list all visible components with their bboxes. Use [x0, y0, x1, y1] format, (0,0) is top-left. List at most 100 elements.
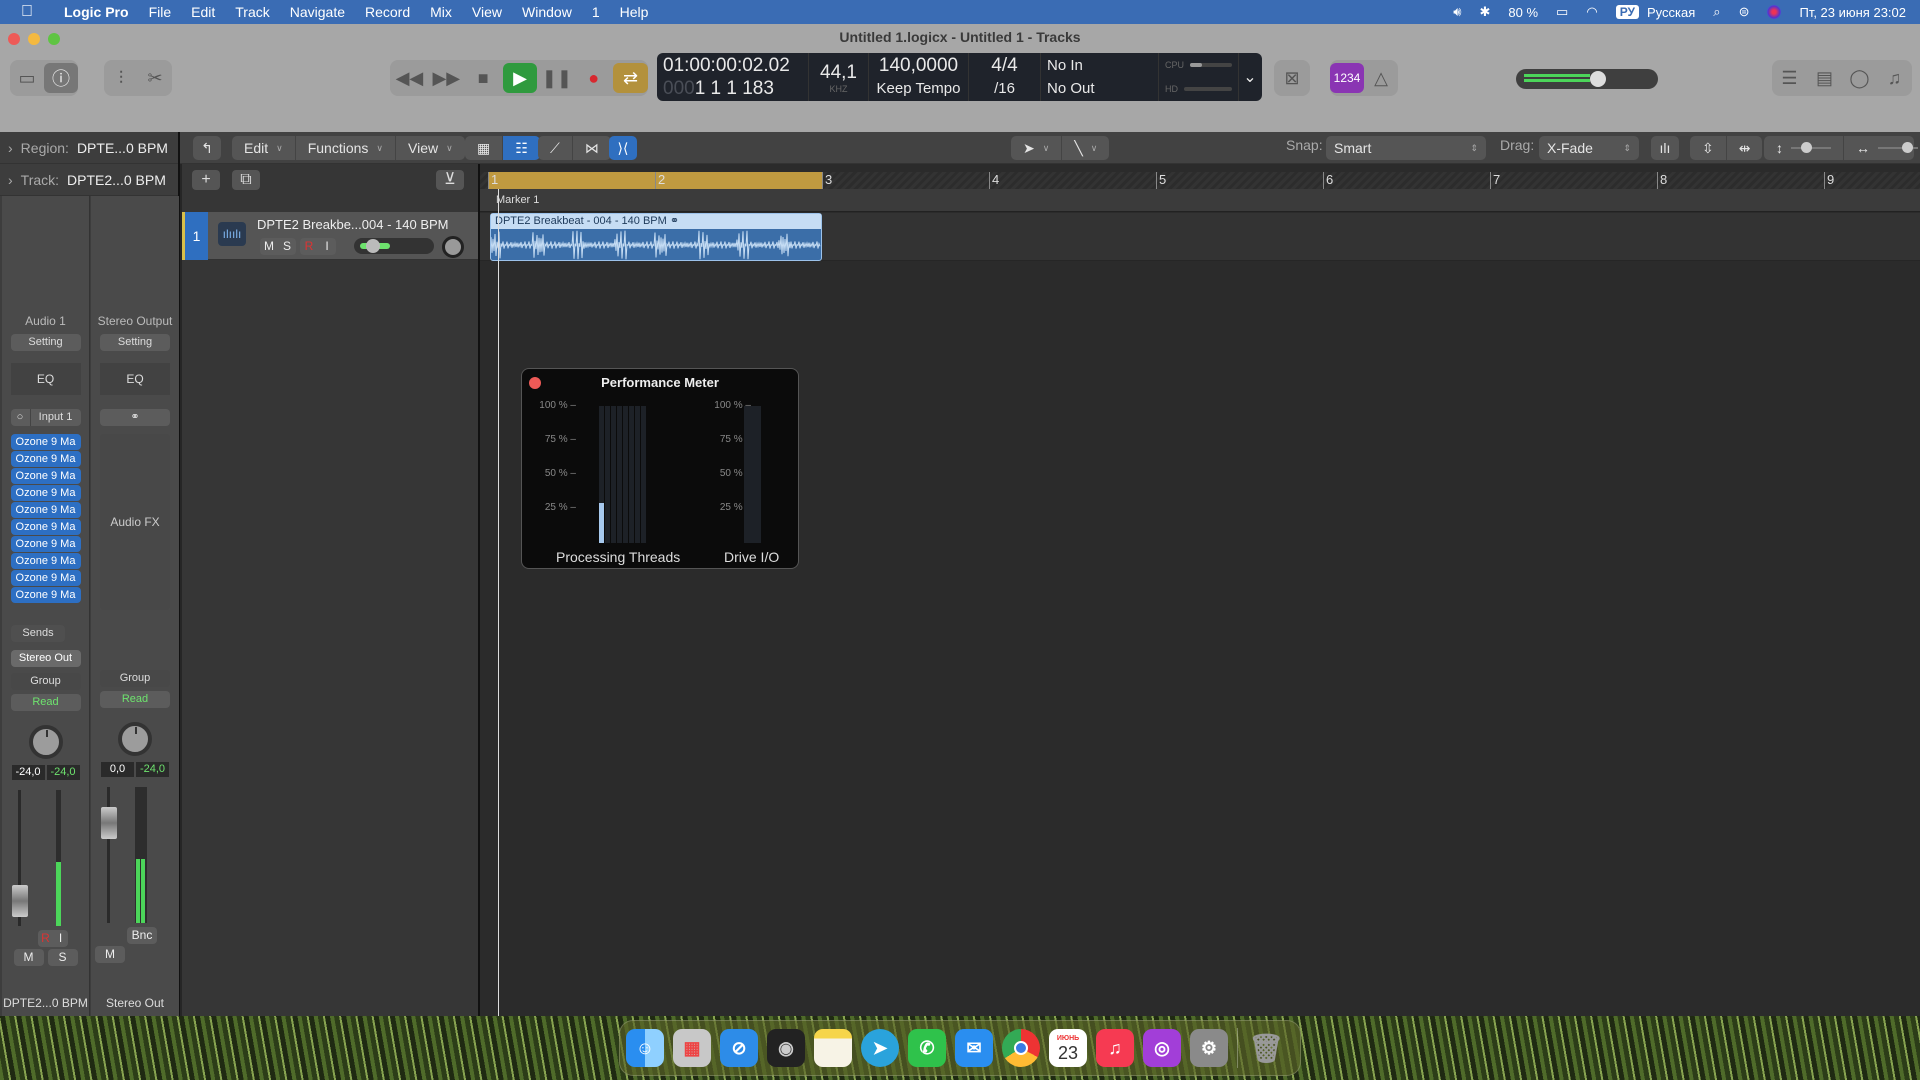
- dock-telegram-icon[interactable]: ➤: [861, 1029, 899, 1067]
- plugin-slot[interactable]: Ozone 9 Ma: [10, 587, 81, 603]
- functions-menu[interactable]: Functions ∨: [296, 136, 397, 160]
- lcd-sample-rate[interactable]: 44,1 KHZ: [809, 53, 869, 101]
- menu-app[interactable]: Logic Pro: [54, 4, 139, 20]
- menu-1[interactable]: 1: [582, 4, 610, 20]
- volume-value[interactable]: 0,0: [101, 762, 134, 777]
- record-button[interactable]: ●: [576, 63, 611, 93]
- menu-track[interactable]: Track: [225, 4, 279, 20]
- catch-playhead-icon[interactable]: ⟩⟨: [609, 136, 637, 160]
- dock-launchpad-icon[interactable]: ▦: [673, 1029, 711, 1067]
- region-inspector-header[interactable]: › Region: DPTE...0 BPM: [0, 132, 178, 164]
- lcd-position[interactable]: 01:00:00:02.02 0001 1 1 183: [657, 53, 809, 101]
- mute-button[interactable]: M: [95, 946, 125, 963]
- menu-mix[interactable]: Mix: [420, 4, 462, 20]
- loop-browser-icon[interactable]: ◯: [1842, 63, 1877, 93]
- media-browser-icon[interactable]: ♫: [1877, 63, 1912, 93]
- playhead[interactable]: [498, 189, 499, 1016]
- plugin-slot[interactable]: Ozone 9 Ma: [10, 502, 81, 518]
- play-button[interactable]: ▶: [502, 63, 538, 93]
- volume-fader[interactable]: [91, 787, 179, 927]
- volume-icon[interactable]: 🔊︎: [1453, 4, 1461, 20]
- control-center-icon[interactable]: ⊜: [1739, 4, 1750, 20]
- automation-mode[interactable]: Read: [100, 691, 170, 708]
- menu-help[interactable]: Help: [610, 4, 659, 20]
- pointer-tool-icon[interactable]: ➤ ∨: [1011, 136, 1063, 160]
- input-slot[interactable]: ○ Input 1: [10, 409, 81, 426]
- note-pad-icon[interactable]: ▤: [1807, 63, 1842, 93]
- group-slot[interactable]: Group: [10, 673, 81, 690]
- library-icon[interactable]: ▭: [10, 63, 44, 93]
- vertical-fit-icon[interactable]: ⇳: [1690, 136, 1727, 160]
- low-latency-icon[interactable]: ⊠: [1274, 63, 1310, 93]
- volume-fader[interactable]: [2, 790, 89, 930]
- clock[interactable]: Пт, 23 июня 23:02: [1799, 5, 1906, 20]
- horizontal-fit-icon[interactable]: ⇹: [1727, 136, 1763, 160]
- waveform-zoom-icon[interactable]: ılı: [1651, 136, 1679, 160]
- siri-icon[interactable]: [1767, 5, 1782, 19]
- dock-calendar-icon[interactable]: ИЮНЬ 23: [1049, 1029, 1087, 1067]
- bounce-button[interactable]: Bnc: [127, 927, 157, 944]
- plugin-slot[interactable]: Ozone 9 Ma: [10, 434, 81, 450]
- plugin-slot[interactable]: Ozone 9 Ma: [10, 536, 81, 552]
- volume-value[interactable]: -24,0: [11, 765, 45, 780]
- list-editors-icon[interactable]: ☰: [1772, 63, 1807, 93]
- dock-safari-icon[interactable]: ⊘: [720, 1029, 758, 1067]
- global-tracks-button[interactable]: ⊻: [436, 170, 464, 190]
- grid-view-icon[interactable]: ▦: [465, 136, 504, 160]
- lcd-io[interactable]: No In No Out: [1041, 53, 1159, 101]
- track-record-button[interactable]: R: [300, 238, 318, 255]
- setting-button[interactable]: Setting: [10, 334, 81, 351]
- dock-whatsapp-icon[interactable]: ✆: [908, 1029, 946, 1067]
- mixer-icon[interactable]: ⫶: [104, 63, 138, 93]
- add-track-button[interactable]: +: [192, 170, 220, 190]
- output-slot[interactable]: Stereo Out: [10, 650, 81, 667]
- track-name[interactable]: DPTE2 Breakbe...004 - 140 BPM: [257, 217, 448, 232]
- menu-file[interactable]: File: [139, 4, 182, 20]
- close-button[interactable]: [529, 377, 541, 389]
- stereo-link-icon[interactable]: ⚭: [100, 409, 170, 426]
- lcd-tempo[interactable]: 140,0000 Keep Tempo: [869, 53, 969, 101]
- eq-display[interactable]: EQ: [100, 363, 170, 395]
- track-volume-slider[interactable]: [354, 238, 434, 254]
- rewind-button[interactable]: ◀◀: [392, 63, 427, 93]
- plugin-slot[interactable]: Ozone 9 Ma: [10, 468, 81, 484]
- menu-edit[interactable]: Edit: [181, 4, 225, 20]
- horizontal-zoom-slider[interactable]: ↔: [1844, 136, 1920, 160]
- track-pan-knob[interactable]: [442, 236, 464, 258]
- lcd-signature[interactable]: 4/4 /16: [969, 53, 1041, 101]
- dock-chrome-icon[interactable]: [1002, 1029, 1040, 1067]
- master-volume-slider[interactable]: [1516, 69, 1658, 89]
- automation-mode[interactable]: Read: [10, 694, 81, 711]
- vertical-zoom-slider[interactable]: ↕: [1764, 136, 1844, 160]
- setting-button[interactable]: Setting: [100, 334, 170, 351]
- track-view-icon[interactable]: ☷: [503, 136, 540, 160]
- apple-menu-icon[interactable]: : [0, 3, 54, 21]
- dock-trash-icon[interactable]: 🗑︎: [1247, 1029, 1285, 1067]
- track-mute-button[interactable]: M: [260, 238, 278, 255]
- record-enable-button[interactable]: R: [38, 930, 53, 947]
- marker-track[interactable]: Marker 1: [480, 189, 1920, 212]
- plugin-slot[interactable]: Ozone 9 Ma: [10, 519, 81, 535]
- track-solo-button[interactable]: S: [278, 238, 296, 255]
- stop-button[interactable]: ■: [466, 63, 501, 93]
- solo-button[interactable]: S: [47, 949, 78, 966]
- eq-display[interactable]: EQ: [10, 363, 81, 395]
- dock-system-settings-icon[interactable]: ⚙: [1190, 1029, 1228, 1067]
- dock-finder-icon[interactable]: ☺: [626, 1029, 664, 1067]
- group-slot[interactable]: Group: [100, 670, 170, 687]
- input-format-icon[interactable]: ○: [11, 409, 31, 426]
- input-source-label[interactable]: Русская: [1647, 5, 1695, 20]
- dock-logic-pro-icon[interactable]: ◉: [767, 1029, 805, 1067]
- spotlight-icon[interactable]: ⌕: [1713, 4, 1720, 20]
- sends-button[interactable]: Sends: [11, 625, 65, 642]
- duplicate-track-button[interactable]: ⧉: [232, 170, 260, 190]
- view-menu[interactable]: View ∨: [396, 136, 465, 160]
- menu-navigate[interactable]: Navigate: [280, 4, 355, 20]
- edit-menu[interactable]: Edit ∨: [232, 136, 296, 160]
- battery-icon[interactable]: ▭: [1556, 4, 1568, 20]
- fader-cap[interactable]: [12, 885, 28, 917]
- pause-button[interactable]: ❚❚: [539, 63, 574, 93]
- performance-meter-window[interactable]: Performance Meter 100 % –100 % –75 % –75…: [521, 368, 799, 569]
- catch-up-button[interactable]: ↰: [193, 136, 221, 160]
- scissors-icon[interactable]: ✂: [138, 63, 172, 93]
